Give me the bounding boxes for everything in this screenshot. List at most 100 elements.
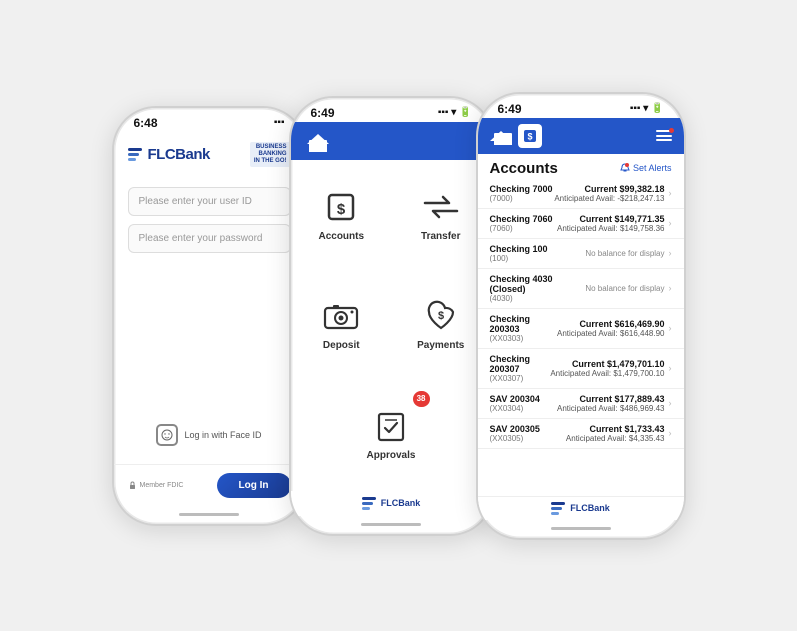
balance-current: Current $149,771.35	[557, 214, 665, 224]
lock-icon	[128, 481, 137, 490]
chevron-icon: ›	[669, 363, 672, 373]
logo-wave-1	[128, 148, 142, 151]
balance-current: Current $1,733.43	[566, 424, 665, 434]
footer-wave-a	[551, 502, 565, 505]
footer-logo-waves-3	[551, 502, 565, 515]
accounts-title: Accounts	[490, 160, 558, 177]
balance-anticipated: Anticipated Avail: $486,969.43	[557, 404, 665, 413]
login-button[interactable]: Log In	[217, 473, 291, 498]
home-nav-icon-3[interactable]	[490, 127, 512, 145]
account-info: Checking 200303 (XX0303)	[490, 314, 558, 343]
home-nav-icon[interactable]	[305, 130, 331, 152]
time-3: 6:49	[498, 102, 522, 116]
balance-current: Current $616,469.90	[557, 319, 665, 329]
phone-accounts: 6:49 ▪▪▪ ▾ 🔋 $	[476, 92, 686, 540]
footer-wave-c	[551, 512, 559, 515]
set-alerts-button[interactable]: Set Alerts	[620, 163, 672, 174]
account-row[interactable]: Checking 200303 (XX0303) Current $616,46…	[478, 309, 684, 349]
account-balance: Current $616,469.90 Anticipated Avail: $…	[557, 319, 665, 338]
login-actions: Log in with Face ID	[114, 424, 305, 464]
password-input[interactable]: Please enter your password	[128, 224, 291, 253]
account-number: (XX0305)	[490, 434, 566, 443]
accounts-list: Checking 7000 (7000) Current $99,382.18 …	[478, 179, 684, 496]
phone-menu: 6:49 ▪▪▪ ▾ 🔋 $ Accounts	[289, 96, 494, 536]
menu-item-payments[interactable]: $ Payments	[392, 271, 490, 379]
no-balance-label: No balance for display	[585, 249, 664, 258]
menu-item-accounts[interactable]: $ Accounts	[293, 162, 391, 270]
time-2: 6:49	[311, 106, 335, 120]
svg-text:$: $	[527, 131, 532, 141]
chevron-icon: ›	[669, 428, 672, 438]
login-header: FLCBank BUSINESSBANKINGIN THE GO!	[114, 132, 305, 176]
deposit-label: Deposit	[323, 340, 360, 351]
menu-item-transfer[interactable]: Transfer	[392, 162, 490, 270]
footer-wave-b	[551, 507, 562, 510]
account-balance: Current $99,382.18 Anticipated Avail: -$…	[554, 184, 664, 203]
accounts-footer: FLCBank	[478, 496, 684, 520]
account-balance: Current $149,771.35 Anticipated Avail: $…	[557, 214, 665, 233]
account-name: Checking 4030 (Closed)	[490, 274, 586, 294]
chevron-icon: ›	[669, 283, 672, 293]
balance-anticipated: Anticipated Avail: $149,758.36	[557, 224, 665, 233]
menu-item-approvals[interactable]: 38 Approvals	[293, 381, 490, 489]
face-id-button[interactable]: Log in with Face ID	[128, 424, 291, 446]
account-row[interactable]: Checking 200307 (XX0307) Current $1,479,…	[478, 349, 684, 389]
home-bar-2	[291, 516, 492, 534]
account-info: Checking 7000 (7000)	[490, 184, 555, 203]
username-input[interactable]: Please enter your user ID	[128, 187, 291, 216]
footer-wave-1	[362, 497, 376, 500]
chevron-icon: ›	[669, 188, 672, 198]
account-info: SAV 200304 (XX0304)	[490, 394, 558, 413]
chevron-icon: ›	[669, 398, 672, 408]
logo-wave-2	[128, 153, 139, 156]
face-id-label: Log in with Face ID	[184, 430, 261, 440]
hamburger-line-3	[656, 139, 672, 141]
account-number: (XX0307)	[490, 374, 551, 383]
account-number: (XX0304)	[490, 404, 558, 413]
login-form: Please enter your user ID Please enter y…	[114, 175, 305, 423]
status-bar-2: 6:49 ▪▪▪ ▾ 🔋	[291, 98, 492, 122]
balance-anticipated: Anticipated Avail: $616,448.90	[557, 329, 665, 338]
no-balance-label: No balance for display	[585, 284, 664, 293]
account-name: SAV 200305	[490, 424, 566, 434]
svg-text:$: $	[438, 310, 444, 322]
bell-icon	[620, 163, 630, 174]
account-row[interactable]: SAV 200304 (XX0304) Current $177,889.43 …	[478, 389, 684, 419]
scene: 6:48 ▪▪▪ FLCBank BUSINESSBANKINGIN THE G…	[0, 0, 797, 631]
account-info: Checking 100 (100)	[490, 244, 586, 263]
svg-text:$: $	[337, 201, 346, 218]
account-row[interactable]: SAV 200305 (XX0305) Current $1,733.43 An…	[478, 419, 684, 449]
nav-left-icons: $	[490, 124, 542, 148]
hamburger-line-2	[656, 135, 672, 137]
account-number: (7060)	[490, 224, 558, 233]
account-balance: Current $177,889.43 Anticipated Avail: $…	[557, 394, 665, 413]
account-row[interactable]: Checking 4030 (Closed) (4030) No balance…	[478, 269, 684, 309]
account-name: SAV 200304	[490, 394, 558, 404]
approvals-icon	[373, 408, 409, 444]
menu-item-deposit[interactable]: Deposit	[293, 271, 391, 379]
account-number: (XX0303)	[490, 334, 558, 343]
account-row[interactable]: Checking 7000 (7000) Current $99,382.18 …	[478, 179, 684, 209]
home-bar-3	[478, 520, 684, 538]
account-name: Checking 7000	[490, 184, 555, 194]
transfer-icon	[423, 189, 459, 225]
payments-icon: $	[423, 298, 459, 334]
account-row[interactable]: Checking 100 (100) No balance for displa…	[478, 239, 684, 269]
status-bar-1: 6:48 ▪▪▪	[114, 108, 305, 132]
account-number: (100)	[490, 254, 586, 263]
business-tag: BUSINESSBANKINGIN THE GO!	[250, 142, 291, 168]
account-info: Checking 200307 (XX0307)	[490, 354, 551, 383]
account-balance: No balance for display	[585, 249, 664, 258]
flcbank-logo: FLCBank	[128, 146, 210, 163]
signal-icon-2: ▪▪▪ ▾ 🔋	[438, 107, 472, 118]
logo-waves	[128, 148, 142, 161]
account-info: SAV 200305 (XX0305)	[490, 424, 566, 443]
accounts-header: Accounts Set Alerts	[478, 154, 684, 179]
account-name: Checking 100	[490, 244, 586, 254]
signal-icon-3: ▪▪▪ ▾ 🔋	[630, 103, 664, 114]
login-screen: FLCBank BUSINESSBANKINGIN THE GO! Please…	[114, 132, 305, 506]
status-icons-2: ▪▪▪ ▾ 🔋	[438, 107, 472, 118]
payments-label: Payments	[417, 340, 464, 351]
accounts-nav-icon[interactable]: $	[518, 124, 542, 148]
account-row[interactable]: Checking 7060 (7060) Current $149,771.35…	[478, 209, 684, 239]
